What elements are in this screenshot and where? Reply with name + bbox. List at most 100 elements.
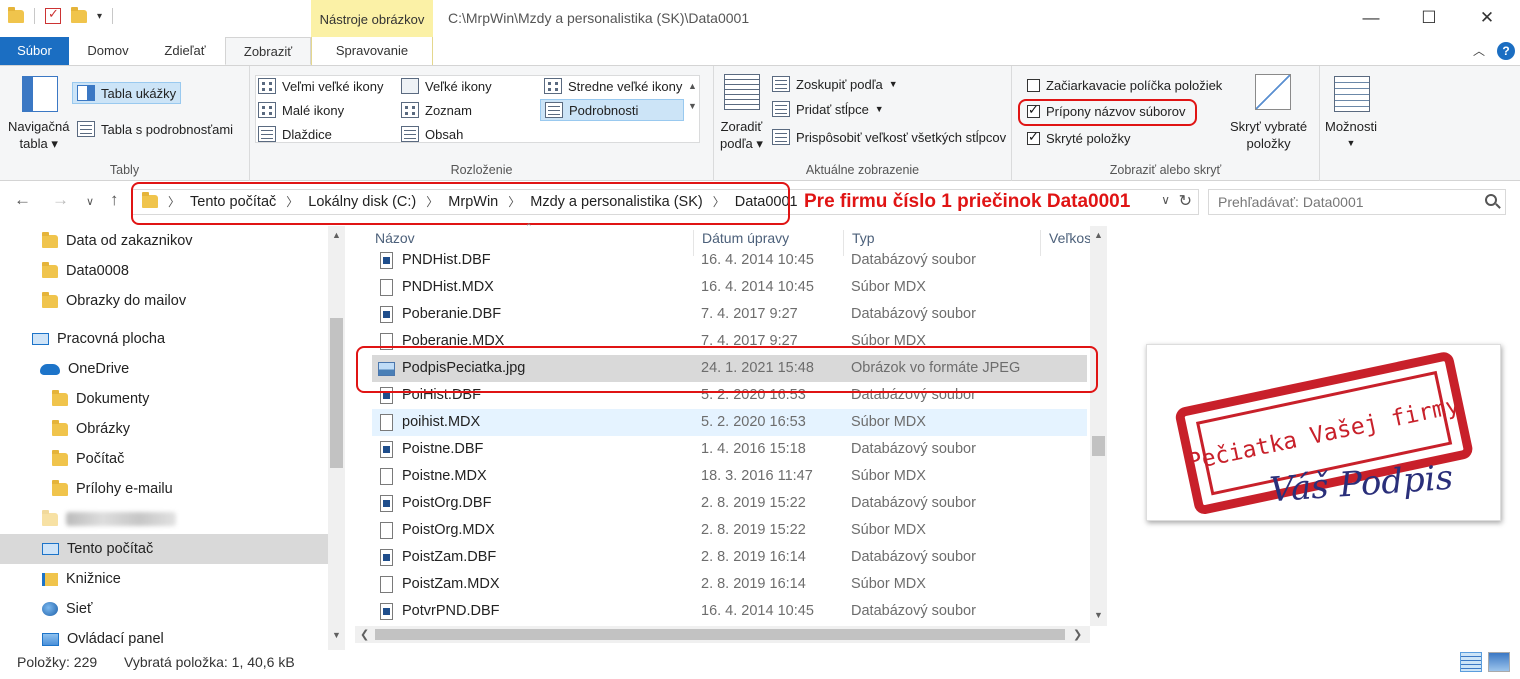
table-row[interactable]: PNDHist.MDX 16. 4. 2014 10:45 Súbor MDX [372, 274, 1087, 301]
properties-icon[interactable] [45, 6, 61, 24]
preview-pane-button[interactable]: Tabla ukážky [72, 82, 182, 104]
nav-pane-scroll-thumb[interactable] [330, 318, 343, 468]
options-button[interactable]: Možnosti ▼ [1325, 118, 1377, 152]
up-icon[interactable]: ↑ [110, 190, 119, 210]
layout-large-icons[interactable]: Veľké ikony [401, 78, 492, 94]
nav-item-label: Knižnice [66, 571, 121, 587]
fit-columns-button[interactable]: Prispôsobiť veľkosť všetkých stĺpcov [772, 129, 1006, 145]
details-pane-button[interactable]: Tabla s podrobnosťami [77, 121, 233, 137]
gallery-down-icon[interactable]: ▼ [688, 96, 697, 116]
layout-extra-large-icons[interactable]: Veľmi veľké ikony [258, 78, 384, 94]
nav-item-user[interactable] [0, 504, 328, 534]
nav-item-label: Obrázky [76, 421, 130, 437]
tab-share[interactable]: Zdieľať [150, 37, 220, 65]
add-columns-button[interactable]: Pridať stĺpce ▼ [772, 101, 884, 117]
details-view-icon[interactable] [1460, 652, 1482, 672]
search-box[interactable]: Prehľadávať: Data0001 [1208, 189, 1506, 215]
layout-gallery-scroll[interactable]: ▲ ▼ [688, 76, 697, 116]
tab-view[interactable]: Zobraziť [225, 37, 311, 65]
scroll-left-icon[interactable]: ❮ [360, 628, 369, 641]
options-icon[interactable] [1334, 76, 1370, 112]
nav-item[interactable]: Obrázky [0, 414, 328, 444]
layout-small-icons[interactable]: Malé ikony [258, 102, 344, 118]
folder-icon [8, 6, 24, 23]
sort-by-button[interactable]: Zoradiť podľa ▾ [720, 118, 763, 152]
file-list-scrollbar[interactable]: ▲ ▼ [1090, 226, 1107, 626]
collapse-ribbon-icon[interactable]: ︿ [1473, 42, 1485, 59]
file-list-hscrollbar[interactable]: ❮ ❯ [355, 626, 1090, 643]
close-button[interactable]: ✕ [1477, 8, 1497, 28]
layout-medium-icons[interactable]: Stredne veľké ikony [544, 78, 682, 94]
table-row[interactable]: Poberanie.DBF 7. 4. 2017 9:27 Databázový s… [372, 301, 1087, 328]
nav-item-label: Data0008 [66, 263, 129, 279]
tab-manage[interactable]: Spravovanie [311, 37, 433, 65]
folder-icon [52, 479, 68, 496]
nav-item-desktop[interactable]: Pracovná plocha [0, 324, 328, 354]
file-type: Súbor MDX [851, 522, 926, 538]
qat-dropdown-icon[interactable]: ▾ [97, 11, 102, 22]
sort-by-icon[interactable] [724, 74, 760, 110]
nav-item[interactable]: Data od zakaznikov [0, 226, 328, 256]
file-icon [380, 279, 393, 296]
navigation-pane-button[interactable]: Navigačná tabla ▾ [8, 118, 69, 152]
table-row[interactable]: PoistOrg.DBF 2. 8. 2019 15:22 Databázový s… [372, 490, 1087, 517]
hidden-items-checkbox[interactable] [1027, 129, 1040, 145]
nav-item[interactable]: Obrazky do mailov [0, 286, 328, 316]
layout-tiles[interactable]: Dlaždice [258, 126, 332, 142]
hide-selected-button[interactable]: Skryť vybraté položky [1230, 118, 1307, 152]
layout-details[interactable]: Podrobnosti [540, 99, 684, 121]
nav-item[interactable]: Data0008 [0, 256, 328, 286]
search-icon[interactable] [1485, 194, 1497, 206]
table-row[interactable]: Poistne.MDX 18. 3. 2016 11:47 Súbor MDX [372, 463, 1087, 490]
file-list-scroll-thumb[interactable] [1092, 436, 1105, 456]
nav-item[interactable]: Dokumenty [0, 384, 328, 414]
new-folder-icon[interactable] [71, 6, 87, 23]
table-row[interactable]: poihist.MDX 5. 2. 2020 16:53 Súbor MDX [372, 409, 1087, 436]
tab-file[interactable]: Súbor [0, 37, 69, 65]
navigation-pane-icon[interactable] [22, 76, 58, 112]
maximize-button[interactable]: ☐ [1419, 8, 1439, 28]
nav-item[interactable]: Počítač [0, 444, 328, 474]
nav-item-libraries[interactable]: Knižnice [0, 564, 328, 594]
minimize-button[interactable]: — [1361, 8, 1381, 28]
item-checkboxes-checkbox[interactable] [1027, 79, 1040, 92]
large-icons-view-icon[interactable] [1488, 652, 1510, 672]
nav-item-label: Sieť [66, 601, 93, 617]
layout-content[interactable]: Obsah [401, 126, 463, 142]
table-row[interactable]: PoistOrg.MDX 2. 8. 2019 15:22 Súbor MDX [372, 517, 1087, 544]
scroll-up-icon[interactable]: ▲ [1094, 230, 1103, 240]
nav-item-network[interactable]: Sieť [0, 594, 328, 624]
scroll-up-icon[interactable]: ▲ [332, 230, 341, 240]
nav-pane-scrollbar[interactable]: ▲ ▼ [328, 226, 345, 650]
scroll-down-icon[interactable]: ▼ [1094, 610, 1103, 620]
status-bar: Položky: 229 Vybratá položka: 1, 40,6 kB [0, 650, 1520, 679]
scroll-right-icon[interactable]: ❯ [1073, 628, 1082, 641]
table-row[interactable]: PoistZam.MDX 2. 8. 2019 16:14 Súbor MDX [372, 571, 1087, 598]
nav-item-label: Data od zakaznikov [66, 233, 193, 249]
file-list-hscroll-thumb[interactable] [375, 629, 1065, 640]
nav-item-onedrive[interactable]: OneDrive [0, 354, 328, 384]
table-row[interactable]: PNDHist.DBF 16. 4. 2014 10:45 Databázový s… [372, 247, 1087, 274]
refresh-icon[interactable]: ↻ [1179, 191, 1192, 211]
folder-icon [42, 261, 58, 278]
file-date: 16. 4. 2014 10:45 [701, 603, 814, 619]
item-checkboxes-toggle[interactable]: Začiarkavacie políčka položiek [1027, 78, 1222, 93]
nav-item[interactable]: Prílohy e-mailu [0, 474, 328, 504]
nav-item-this-pc[interactable]: Tento počítač [0, 534, 328, 564]
forward-icon[interactable]: → [52, 190, 69, 210]
group-by-button[interactable]: Zoskupiť podľa ▼ [772, 76, 898, 92]
help-icon[interactable]: ? [1497, 42, 1515, 60]
back-icon[interactable]: ← [14, 190, 31, 210]
address-dropdown-icon[interactable]: ∨ [1161, 193, 1170, 207]
table-row[interactable]: Poistne.DBF 1. 4. 2016 15:18 Databázový so… [372, 436, 1087, 463]
file-date: 7. 4. 2017 9:27 [701, 306, 798, 322]
recent-locations-icon[interactable]: ∨ [86, 195, 94, 208]
table-row[interactable]: PotvrPND.DBF 16. 4. 2014 10:45 Databázový … [372, 598, 1087, 625]
hidden-items-toggle[interactable]: Skryté položky [1027, 129, 1131, 146]
gallery-up-icon[interactable]: ▲ [688, 76, 697, 96]
layout-list[interactable]: Zoznam [401, 102, 472, 118]
table-row[interactable]: PoistZam.DBF 2. 8. 2019 16:14 Databázový s… [372, 544, 1087, 571]
hide-selected-icon[interactable] [1255, 74, 1291, 110]
tab-home[interactable]: Domov [76, 37, 140, 65]
scroll-down-icon[interactable]: ▼ [332, 630, 341, 640]
